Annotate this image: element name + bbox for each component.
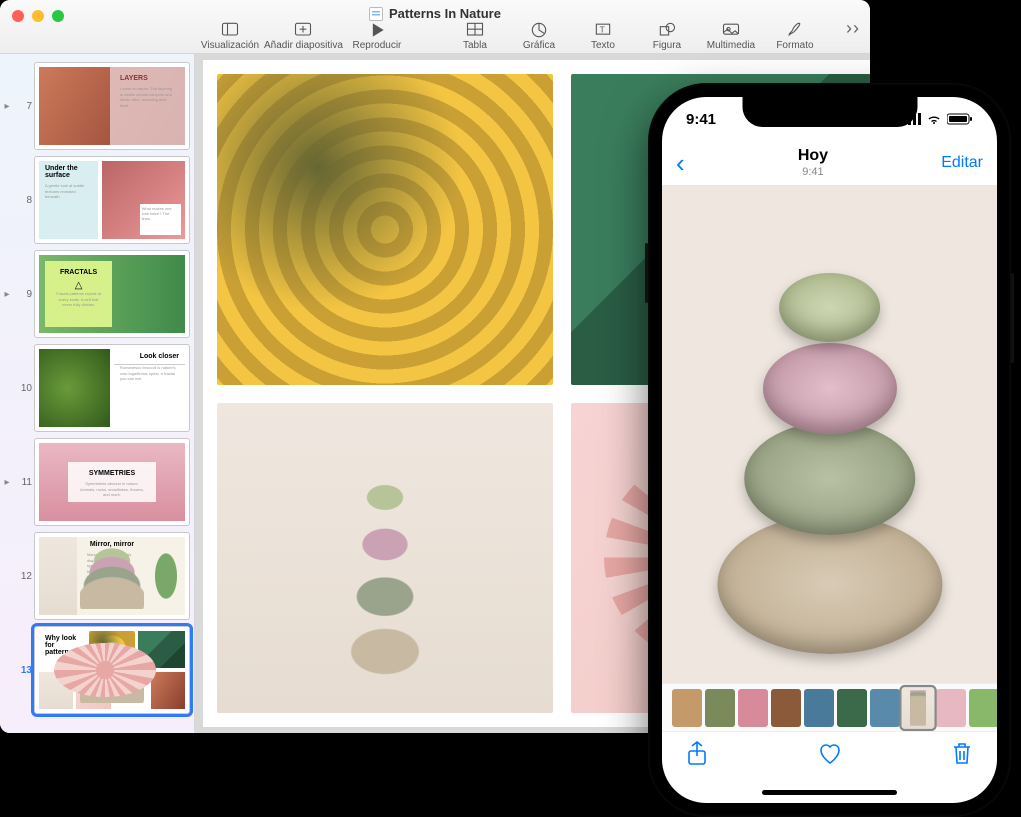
slide-thumbnail-selected[interactable]: Why look for patterns? <box>34 626 190 714</box>
filmstrip-thumb[interactable] <box>936 689 966 727</box>
brush-icon <box>784 20 806 40</box>
slide-thumb-row[interactable]: ▸ 7 LAYERS Lorem in nature. The layering… <box>0 62 190 150</box>
table-label: Tabla <box>463 40 487 51</box>
text-icon: T <box>592 20 614 40</box>
slide-thumbnail[interactable]: Mirror, mirror Many plants and animals d… <box>34 532 190 620</box>
heart-icon <box>817 742 843 766</box>
filmstrip-thumb[interactable] <box>870 689 900 727</box>
play-button[interactable]: Reproducir <box>347 20 407 51</box>
battery-icon <box>947 113 973 125</box>
photo-filmstrip[interactable] <box>662 683 997 731</box>
filmstrip-thumb[interactable] <box>672 689 702 727</box>
delete-button[interactable] <box>951 741 973 772</box>
photo-viewer[interactable] <box>662 185 997 683</box>
slide-thumb-row[interactable]: 8 Under the surface A gentle look at sub… <box>0 156 190 244</box>
slide-thumbnail[interactable]: LAYERS Lorem in nature. The layering is … <box>34 62 190 150</box>
notch <box>742 97 917 127</box>
slide-thumbnail[interactable]: Look closer Romanesco broccoli is nature… <box>34 344 190 432</box>
thumb-title: Look closer <box>114 349 185 365</box>
toolbar-overflow-button[interactable]: ›› <box>846 18 860 39</box>
chart-label: Gráfica <box>523 40 555 51</box>
nav-subtitle: 9:41 <box>798 166 828 179</box>
titlebar: Patterns In Nature Visualización Añadir … <box>0 0 870 54</box>
shape-icon <box>656 20 678 40</box>
slide-thumb-row[interactable]: 13 Why look for patterns? <box>0 626 190 714</box>
slide-number: 7 <box>16 101 32 112</box>
filmstrip-thumb[interactable] <box>837 689 867 727</box>
slide-thumbnail[interactable]: Under the surface A gentle look at subtl… <box>34 156 190 244</box>
thumb-title: SYMMETRIES <box>72 466 152 481</box>
disclosure-triangle-icon[interactable]: ▸ <box>0 477 14 488</box>
share-icon <box>686 741 708 767</box>
photo-sea-urchins <box>696 205 964 663</box>
slide-thumb-row[interactable]: 12 Mirror, mirror Many plants and animal… <box>0 532 190 620</box>
image-sea-urchins[interactable] <box>217 403 553 714</box>
iphone-screen: 9:41 ‹ Hoy 9:41 Editar <box>662 97 997 803</box>
shape-button[interactable]: Figura <box>637 20 697 51</box>
back-button[interactable]: ‹ <box>676 148 685 179</box>
media-icon <box>720 20 742 40</box>
home-indicator[interactable] <box>662 781 997 803</box>
slide-thumb-row[interactable]: 10 Look closer Romanesco broccoli is nat… <box>0 344 190 432</box>
slide-thumbnail[interactable]: SYMMETRIES Symmetries abound in nature. … <box>34 438 190 526</box>
thumb-title: LAYERS <box>114 71 181 86</box>
media-button[interactable]: Multimedia <box>701 20 761 51</box>
table-icon <box>464 20 486 40</box>
slide-thumb-row[interactable]: ▸ 11 SYMMETRIES Symmetries abound in nat… <box>0 438 190 526</box>
text-button[interactable]: T Texto <box>573 20 633 51</box>
slide-thumbnail[interactable]: FRACTALS △ Fractal patterns repeat at ev… <box>34 250 190 338</box>
view-icon <box>219 20 241 40</box>
edit-button[interactable]: Editar <box>941 154 983 172</box>
disclosure-triangle-icon[interactable]: ▸ <box>0 289 14 300</box>
filmstrip-thumb[interactable] <box>738 689 768 727</box>
toolbar <box>662 731 997 781</box>
filmstrip-thumb[interactable] <box>771 689 801 727</box>
disclosure-triangle-icon[interactable]: ▸ <box>0 101 14 112</box>
add-slide-label: Añadir diapositiva <box>264 40 343 51</box>
format-button[interactable]: Formato <box>765 20 825 51</box>
slide-number: 12 <box>16 571 32 582</box>
iphone-device: 9:41 ‹ Hoy 9:41 Editar <box>648 83 1011 817</box>
nav-title-group: Hoy 9:41 <box>798 147 828 178</box>
status-time: 9:41 <box>686 111 716 128</box>
slide-navigator[interactable]: ▸ 7 LAYERS Lorem in nature. The layering… <box>0 54 195 733</box>
slide-number: 11 <box>16 477 32 488</box>
slide-number: 9 <box>16 289 32 300</box>
nav-bar: ‹ Hoy 9:41 Editar <box>662 141 997 185</box>
add-slide-button[interactable]: Añadir diapositiva <box>264 20 343 51</box>
svg-text:T: T <box>600 25 605 35</box>
slide-thumb-row[interactable]: ▸ 9 FRACTALS △ Fractal patterns repeat a… <box>0 250 190 338</box>
format-label: Formato <box>776 40 813 51</box>
thumb-title: FRACTALS <box>49 265 108 280</box>
favorite-button[interactable] <box>817 742 843 771</box>
media-label: Multimedia <box>707 40 755 51</box>
table-button[interactable]: Tabla <box>445 20 505 51</box>
play-icon <box>366 20 388 40</box>
filmstrip-thumb[interactable] <box>969 689 997 727</box>
slide-number: 13 <box>16 665 32 676</box>
slide-number: 8 <box>16 195 32 206</box>
document-icon <box>369 7 383 21</box>
chart-icon <box>528 20 550 40</box>
window-title-text: Patterns In Nature <box>389 6 501 21</box>
plus-icon <box>292 20 314 40</box>
shape-label: Figura <box>653 40 681 51</box>
chart-button[interactable]: Gráfica <box>509 20 569 51</box>
share-button[interactable] <box>686 741 708 772</box>
play-label: Reproducir <box>352 40 401 51</box>
filmstrip-thumb[interactable] <box>705 689 735 727</box>
filmstrip-thumb-selected[interactable] <box>902 687 935 729</box>
slide-number: 10 <box>16 383 32 394</box>
window-title: Patterns In Nature <box>0 6 870 21</box>
view-button[interactable]: Visualización <box>200 20 260 51</box>
image-honeycomb[interactable] <box>217 74 553 385</box>
filmstrip-thumb[interactable] <box>804 689 834 727</box>
thumb-title: Under the surface <box>39 161 98 183</box>
nav-title: Hoy <box>798 147 828 165</box>
trash-icon <box>951 741 973 767</box>
view-label: Visualización <box>201 40 259 51</box>
toolbar: Visualización Añadir diapositiva Reprodu… <box>200 20 860 51</box>
text-label: Texto <box>591 40 615 51</box>
wifi-icon <box>926 113 942 125</box>
